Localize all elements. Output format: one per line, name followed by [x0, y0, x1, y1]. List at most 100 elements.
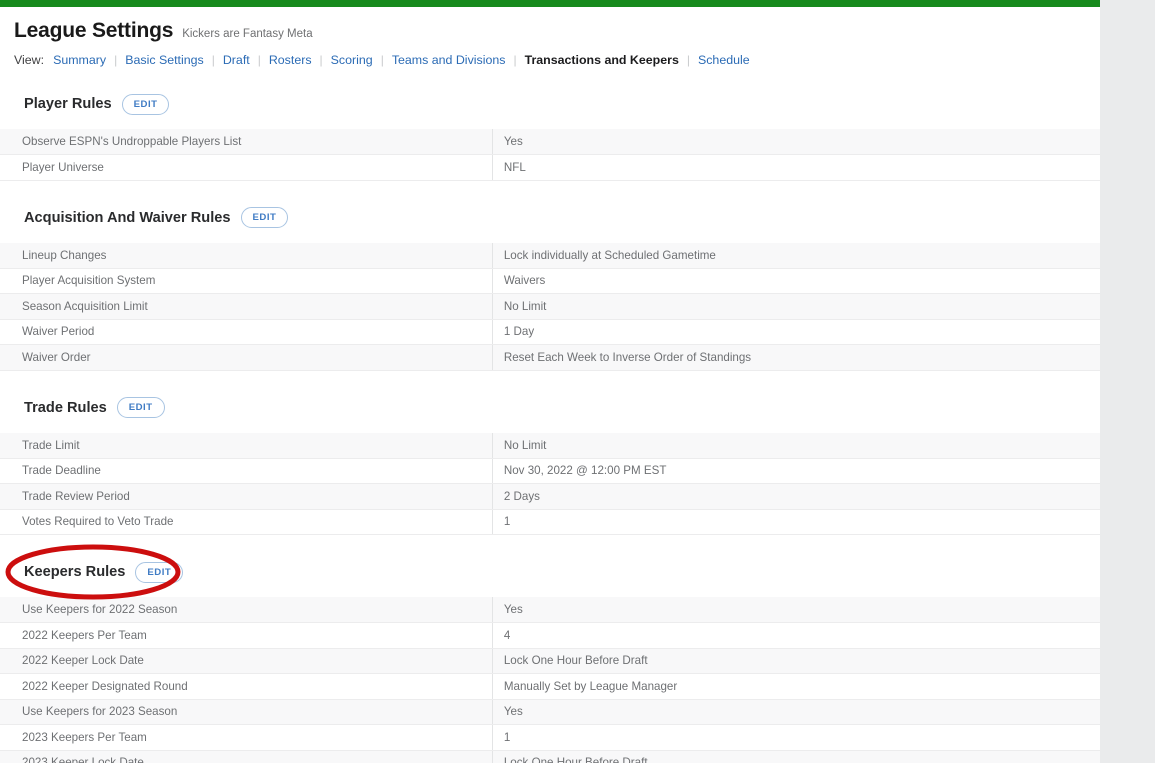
- section-acquisition-and-waiver-rules: Acquisition And Waiver Rules EDIT Lineup C…: [0, 205, 1100, 371]
- nav-separator: |: [380, 53, 384, 68]
- setting-value: Yes: [492, 699, 1100, 726]
- section-title-keepers-rules: Keepers Rules: [24, 564, 126, 581]
- section-title-trade-rules: Trade Rules: [24, 399, 107, 416]
- table-row: Observe ESPN's Undroppable Players List Y…: [0, 129, 1100, 156]
- setting-label: Votes Required to Veto Trade: [0, 509, 493, 536]
- page-header: League Settings Kickers are Fantasy Meta…: [0, 7, 1100, 67]
- table-row: 2022 Keeper Lock Date Lock One Hour Befor…: [0, 648, 1100, 675]
- rules-table-player-rules: Observe ESPN's Undroppable Players List Y…: [0, 129, 1100, 181]
- setting-label: Lineup Changes: [0, 242, 493, 269]
- setting-value: 2 Days: [492, 483, 1100, 510]
- section-header-acquisition-and-waiver-rules: Acquisition And Waiver Rules EDIT: [0, 205, 1100, 231]
- setting-value: Yes: [492, 129, 1100, 156]
- setting-value: No Limit: [492, 293, 1100, 320]
- setting-value: Yes: [492, 597, 1100, 624]
- league-name: Kickers are Fantasy Meta: [182, 28, 313, 40]
- nav-link-transactions-and-keepers[interactable]: Transactions and Keepers: [525, 53, 679, 67]
- page-title: League Settings: [14, 19, 174, 42]
- table-row: Waiver Period 1 Day: [0, 319, 1100, 346]
- table-row: Player Universe NFL: [0, 154, 1100, 181]
- nav-separator: |: [211, 53, 215, 68]
- brand-top-bar: [0, 0, 1100, 7]
- nav-link-rosters[interactable]: Rosters: [269, 53, 312, 67]
- setting-label: 2022 Keepers Per Team: [0, 622, 493, 649]
- nav-separator: |: [319, 53, 323, 68]
- nav-separator: |: [513, 53, 517, 68]
- nav-link-scoring[interactable]: Scoring: [331, 53, 373, 67]
- nav-link-basic-settings[interactable]: Basic Settings: [125, 53, 204, 67]
- section-title-player-rules: Player Rules: [24, 96, 112, 113]
- table-row: 2022 Keepers Per Team 4: [0, 622, 1100, 649]
- edit-button-keepers-rules[interactable]: EDIT: [135, 561, 184, 583]
- settings-sections: Player Rules EDIT Observe ESPN's Undroppab…: [0, 91, 1100, 763]
- setting-label: Player Universe: [0, 154, 493, 181]
- edit-button-trade-rules[interactable]: EDIT: [116, 397, 165, 419]
- section-trade-rules: Trade Rules EDIT Trade Limit No Limit Trade …: [0, 395, 1100, 536]
- nav-link-summary[interactable]: Summary: [53, 53, 106, 67]
- setting-value: Nov 30, 2022 @ 12:00 PM EST: [492, 458, 1100, 485]
- table-row: 2023 Keepers Per Team 1: [0, 724, 1100, 751]
- table-row: 2022 Keeper Designated Round Manually Set…: [0, 673, 1100, 700]
- setting-label: 2022 Keeper Lock Date: [0, 648, 493, 675]
- rules-table-trade-rules: Trade Limit No Limit Trade Deadline Nov 30,…: [0, 432, 1100, 536]
- setting-label: 2023 Keepers Per Team: [0, 724, 493, 751]
- setting-label: Trade Limit: [0, 432, 493, 459]
- setting-label: Use Keepers for 2023 Season: [0, 699, 493, 726]
- table-row: 2023 Keeper Lock Date Lock One Hour Befor…: [0, 750, 1100, 763]
- section-player-rules: Player Rules EDIT Observe ESPN's Undroppab…: [0, 91, 1100, 181]
- setting-value: 1: [492, 509, 1100, 536]
- nav-separator: |: [686, 53, 690, 68]
- setting-value: NFL: [492, 154, 1100, 181]
- setting-label: Waiver Period: [0, 319, 493, 346]
- setting-value: Lock individually at Scheduled Gametime: [492, 242, 1100, 269]
- table-row: Use Keepers for 2023 Season Yes: [0, 699, 1100, 726]
- setting-value: 1: [492, 724, 1100, 751]
- view-nav-links: Summary | Basic Settings | Draft | Rosters | Sco…: [53, 53, 750, 67]
- setting-value: 1 Day: [492, 319, 1100, 346]
- page-gutter: [1100, 0, 1155, 763]
- setting-label: Season Acquisition Limit: [0, 293, 493, 320]
- rules-table-keepers-rules: Use Keepers for 2022 Season Yes 2022 Keepe…: [0, 597, 1100, 763]
- setting-label: 2022 Keeper Designated Round: [0, 673, 493, 700]
- setting-value: Lock One Hour Before Draft: [492, 750, 1100, 763]
- nav-link-teams-and-divisions[interactable]: Teams and Divisions: [392, 53, 506, 67]
- nav-separator: |: [114, 53, 118, 68]
- edit-button-player-rules[interactable]: EDIT: [121, 93, 170, 115]
- setting-label: Player Acquisition System: [0, 268, 493, 295]
- section-title-acquisition-and-waiver-rules: Acquisition And Waiver Rules: [24, 209, 231, 226]
- page-content: League Settings Kickers are Fantasy Meta…: [0, 7, 1100, 763]
- rules-table-acquisition-and-waiver-rules: Lineup Changes Lock individually at Sched…: [0, 242, 1100, 371]
- setting-value: Waivers: [492, 268, 1100, 295]
- table-row: Trade Limit No Limit: [0, 432, 1100, 459]
- table-row: Trade Deadline Nov 30, 2022 @ 12:00 PM ES…: [0, 458, 1100, 485]
- setting-label: Waiver Order: [0, 344, 493, 371]
- table-row: Lineup Changes Lock individually at Sched…: [0, 242, 1100, 269]
- setting-value: Lock One Hour Before Draft: [492, 648, 1100, 675]
- nav-separator: |: [257, 53, 261, 68]
- setting-label: 2023 Keeper Lock Date: [0, 750, 493, 763]
- table-row: Use Keepers for 2022 Season Yes: [0, 597, 1100, 624]
- edit-button-acquisition-and-waiver-rules[interactable]: EDIT: [240, 207, 289, 229]
- table-row: Season Acquisition Limit No Limit: [0, 293, 1100, 320]
- table-row: Player Acquisition System Waivers: [0, 268, 1100, 295]
- section-header-trade-rules: Trade Rules EDIT: [0, 395, 1100, 421]
- section-header-player-rules: Player Rules EDIT: [0, 91, 1100, 117]
- view-navigation: View: Summary | Basic Settings | Draft | Roste…: [14, 53, 1100, 67]
- title-row: League Settings Kickers are Fantasy Meta: [14, 19, 1100, 42]
- setting-label: Trade Deadline: [0, 458, 493, 485]
- table-row: Votes Required to Veto Trade 1: [0, 509, 1100, 536]
- setting-value: Reset Each Week to Inverse Order of Stan…: [492, 344, 1100, 371]
- league-settings-page: League Settings Kickers are Fantasy Meta…: [0, 0, 1100, 763]
- table-row: Trade Review Period 2 Days: [0, 483, 1100, 510]
- nav-link-draft[interactable]: Draft: [223, 53, 250, 67]
- setting-value: No Limit: [492, 432, 1100, 459]
- nav-link-schedule[interactable]: Schedule: [698, 53, 750, 67]
- setting-label: Trade Review Period: [0, 483, 493, 510]
- table-row: Waiver Order Reset Each Week to Inverse O…: [0, 344, 1100, 371]
- setting-value: Manually Set by League Manager: [492, 673, 1100, 700]
- section-header-keepers-rules: Keepers Rules EDIT: [0, 559, 1100, 585]
- setting-label: Use Keepers for 2022 Season: [0, 597, 493, 624]
- setting-value: 4: [492, 622, 1100, 649]
- view-label: View:: [14, 53, 45, 68]
- section-keepers-rules: Keepers Rules EDIT Use Keepers for 2022 Se…: [0, 559, 1100, 763]
